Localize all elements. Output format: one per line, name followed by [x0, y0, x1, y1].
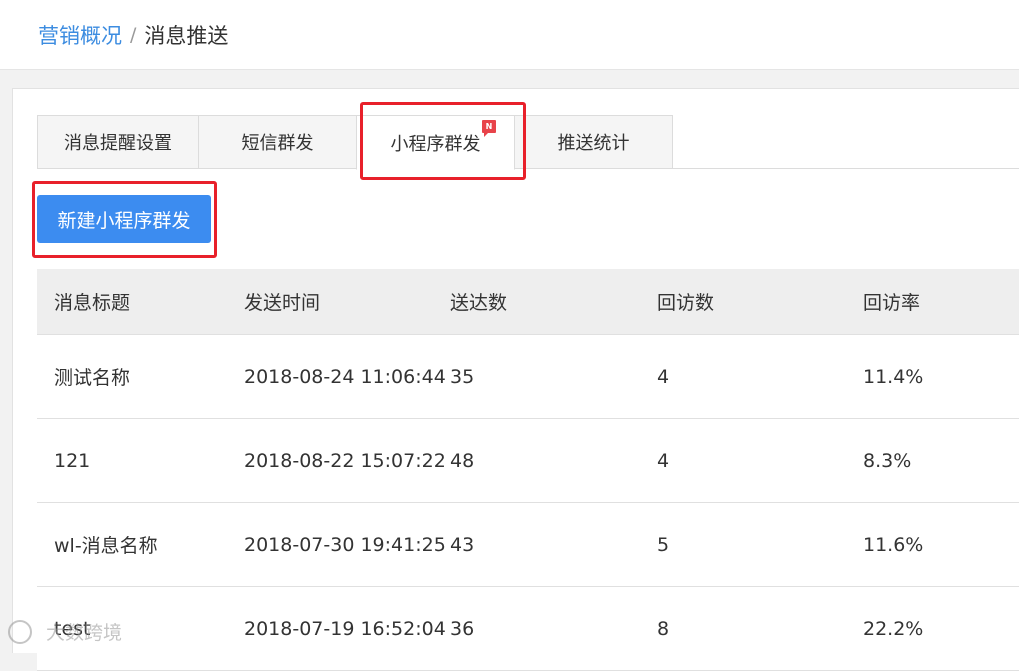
highlight-box-tab [360, 102, 526, 180]
tab-label: 短信群发 [241, 133, 314, 154]
cell-revisit-rate: 8.3% [863, 449, 912, 472]
watermark: 大数跨境 [8, 618, 122, 645]
tab-push-statistics[interactable]: 推送统计 [514, 115, 673, 169]
cell-revisits: 4 [657, 449, 670, 472]
header-revisits: 回访数 [657, 292, 715, 314]
cell-title: wl-消息名称 [54, 535, 158, 557]
cell-revisits: 8 [657, 617, 670, 640]
cell-revisit-rate: 11.6% [863, 533, 924, 556]
content-panel: 消息提醒设置 短信群发 小程序群发 N 推送统计 新建小程序群发 消息标题 发送… [12, 88, 1019, 671]
cell-title: 121 [54, 449, 91, 472]
watermark-text: 大数跨境 [46, 622, 123, 644]
cell-title: 测试名称 [54, 367, 131, 389]
cell-revisit-rate: 22.2% [863, 617, 924, 640]
header-revisit-rate: 回访率 [863, 292, 921, 314]
table-row[interactable]: 测试名称 2018-08-24 11:06:44 35 4 11.4% [37, 335, 1019, 419]
breadcrumb-parent-link[interactable]: 营销概况 [38, 20, 122, 50]
cell-revisits: 5 [657, 533, 670, 556]
tab-message-reminder[interactable]: 消息提醒设置 [37, 115, 199, 169]
cell-delivered: 48 [450, 449, 475, 472]
broadcast-table: 消息标题 发送时间 送达数 回访数 回访率 测试名称 2018-08-24 11… [37, 269, 1019, 671]
highlight-box-button [32, 181, 217, 258]
header-send-time: 发送时间 [244, 292, 321, 314]
table-header: 消息标题 发送时间 送达数 回访数 回访率 [37, 269, 1019, 335]
cell-revisit-rate: 11.4% [863, 365, 924, 388]
cell-send-time: 2018-07-19 16:52:04 [244, 617, 446, 640]
tab-sms-broadcast[interactable]: 短信群发 [198, 115, 357, 169]
cell-delivered: 36 [450, 617, 475, 640]
header-title: 消息标题 [54, 292, 131, 314]
watermark-logo-icon [8, 619, 32, 644]
tab-label: 推送统计 [557, 133, 630, 154]
breadcrumb-current: 消息推送 [144, 23, 229, 48]
table-row[interactable]: wl-消息名称 2018-07-30 19:41:25 43 5 11.6% [37, 503, 1019, 587]
table-row[interactable]: test 2018-07-19 16:52:04 36 8 22.2% [37, 587, 1019, 671]
tab-label: 消息提醒设置 [64, 133, 172, 154]
cell-send-time: 2018-07-30 19:41:25 [244, 533, 446, 556]
cell-send-time: 2018-08-24 11:06:44 [244, 365, 446, 388]
breadcrumb-separator: / [130, 23, 137, 46]
page-header: 营销概况 / 消息推送 [0, 0, 1019, 70]
cell-delivered: 43 [450, 533, 475, 556]
cell-delivered: 35 [450, 365, 475, 388]
table-row[interactable]: 121 2018-08-22 15:07:22 48 4 8.3% [37, 419, 1019, 503]
header-delivered: 送达数 [450, 292, 508, 314]
cell-send-time: 2018-08-22 15:07:22 [244, 449, 446, 472]
tab-bar: 消息提醒设置 短信群发 小程序群发 N 推送统计 [37, 115, 1019, 170]
cell-revisits: 4 [657, 365, 670, 388]
